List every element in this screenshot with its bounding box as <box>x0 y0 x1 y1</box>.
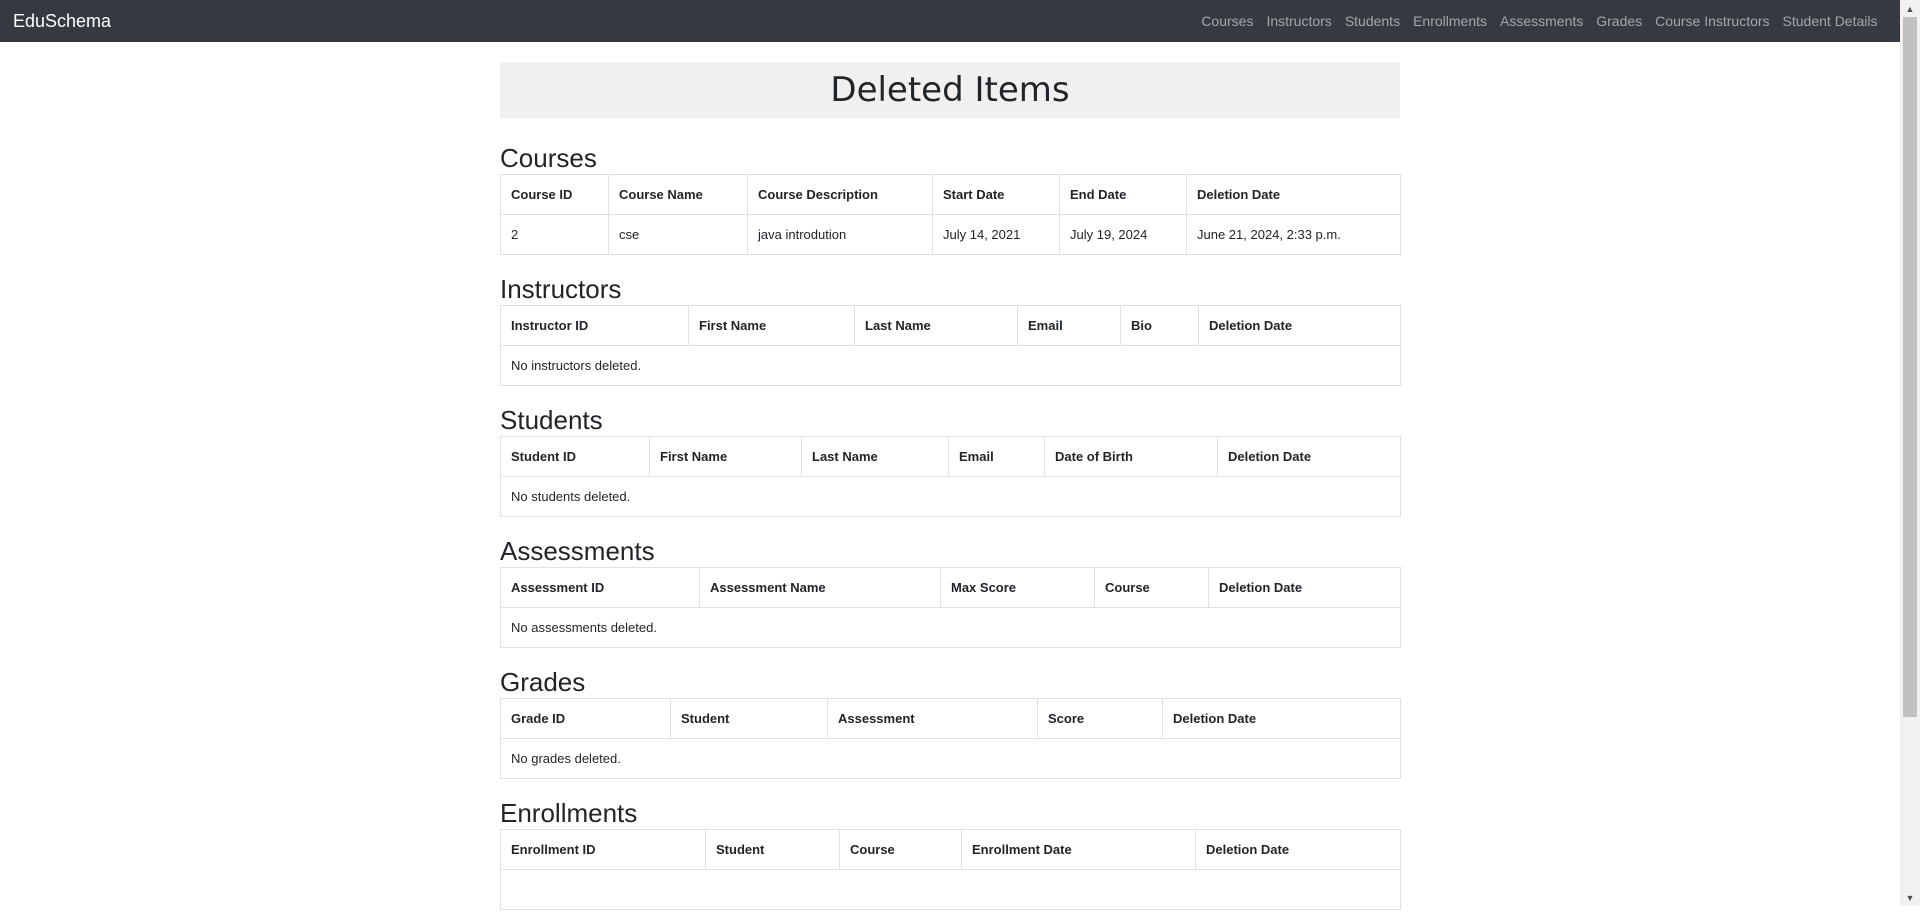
column-header: Grade ID <box>500 698 671 739</box>
section-heading-grades: Grades <box>500 667 586 697</box>
main-content: Deleted Items Courses Course ID Course N… <box>500 62 1401 924</box>
empty-message: No assessments deleted. <box>500 607 1401 648</box>
column-header: Email <box>948 436 1045 477</box>
table-header-row: Grade ID Student Assessment Score Deleti… <box>500 698 1401 739</box>
column-header: End Date <box>1059 174 1187 215</box>
table-cell <box>500 869 1401 910</box>
column-header: Course ID <box>500 174 609 215</box>
enrollments-table: Enrollment ID Student Course Enrollment … <box>500 829 1401 910</box>
column-header: Student ID <box>500 436 650 477</box>
column-header: Student <box>670 698 828 739</box>
column-header: Date of Birth <box>1044 436 1218 477</box>
empty-message: No students deleted. <box>500 476 1401 517</box>
table-cell: July 19, 2024 <box>1059 214 1187 255</box>
nav-link-courses[interactable]: Courses <box>1195 13 1260 29</box>
table-cell: July 14, 2021 <box>932 214 1060 255</box>
column-header: Deletion Date <box>1198 305 1401 346</box>
column-header: Student <box>705 829 840 870</box>
scrollbar-thumb[interactable] <box>1903 17 1917 717</box>
column-header: Assessment <box>827 698 1038 739</box>
table-row <box>500 869 1401 910</box>
column-header: Course Name <box>608 174 748 215</box>
column-header: Deletion Date <box>1162 698 1401 739</box>
column-header: Email <box>1017 305 1121 346</box>
nav-link-students[interactable]: Students <box>1338 13 1406 29</box>
column-header: Course <box>1094 567 1209 608</box>
column-header: Assessment ID <box>500 567 700 608</box>
page-header: Deleted Items <box>500 62 1400 118</box>
table-header-row: Student ID First Name Last Name Email Da… <box>500 436 1401 477</box>
nav-link-assessments[interactable]: Assessments <box>1494 13 1590 29</box>
section-heading-enrollments: Enrollments <box>500 798 638 828</box>
table-row: 2 cse java introdution July 14, 2021 Jul… <box>500 214 1401 255</box>
column-header: Assessment Name <box>699 567 941 608</box>
table-cell: June 21, 2024, 2:33 p.m. <box>1186 214 1401 255</box>
table-cell: java introdution <box>747 214 933 255</box>
table-row: No grades deleted. <box>500 738 1401 779</box>
column-header: First Name <box>688 305 855 346</box>
column-header: Last Name <box>854 305 1018 346</box>
column-header: Enrollment ID <box>500 829 706 870</box>
students-table: Student ID First Name Last Name Email Da… <box>500 436 1401 517</box>
table-header-row: Instructor ID First Name Last Name Email… <box>500 305 1401 346</box>
column-header: Course <box>839 829 962 870</box>
column-header: Deletion Date <box>1208 567 1401 608</box>
column-header: Last Name <box>801 436 949 477</box>
table-cell: cse <box>608 214 748 255</box>
table-header-row: Course ID Course Name Course Description… <box>500 174 1401 215</box>
assessments-table: Assessment ID Assessment Name Max Score … <box>500 567 1401 648</box>
column-header: Bio <box>1120 305 1199 346</box>
column-header: Max Score <box>940 567 1095 608</box>
section-heading-courses: Courses <box>500 143 597 173</box>
page-title: Deleted Items <box>830 70 1070 110</box>
section-heading-instructors: Instructors <box>500 274 622 304</box>
empty-message: No grades deleted. <box>500 738 1401 779</box>
empty-message: No instructors deleted. <box>500 345 1401 386</box>
table-header-row: Enrollment ID Student Course Enrollment … <box>500 829 1401 870</box>
brand-logo[interactable]: EduSchema <box>13 11 111 32</box>
section-heading-assessments: Assessments <box>500 536 655 566</box>
vertical-scrollbar[interactable]: ▲ ▼ <box>1900 0 1920 906</box>
nav-link-course-instructors[interactable]: Course Instructors <box>1649 13 1776 29</box>
table-row: No instructors deleted. <box>500 345 1401 386</box>
courses-table: Course ID Course Name Course Description… <box>500 174 1401 255</box>
column-header: Instructor ID <box>500 305 689 346</box>
nav-links: Courses Instructors Students Enrollments… <box>1195 13 1884 29</box>
nav-link-student-details[interactable]: Student Details <box>1776 13 1884 29</box>
table-header-row: Assessment ID Assessment Name Max Score … <box>500 567 1401 608</box>
grades-table: Grade ID Student Assessment Score Deleti… <box>500 698 1401 779</box>
table-row: No students deleted. <box>500 476 1401 517</box>
scroll-up-arrow-icon[interactable]: ▲ <box>1900 0 1920 17</box>
nav-link-enrollments[interactable]: Enrollments <box>1407 13 1494 29</box>
column-header: Score <box>1037 698 1163 739</box>
table-cell: 2 <box>500 214 609 255</box>
column-header: Enrollment Date <box>961 829 1196 870</box>
column-header: Deletion Date <box>1186 174 1401 215</box>
column-header: Course Description <box>747 174 933 215</box>
column-header: Deletion Date <box>1195 829 1401 870</box>
nav-link-grades[interactable]: Grades <box>1590 13 1649 29</box>
nav-link-instructors[interactable]: Instructors <box>1260 13 1338 29</box>
column-header: First Name <box>649 436 802 477</box>
top-navbar: EduSchema Courses Instructors Students E… <box>0 0 1900 42</box>
column-header: Start Date <box>932 174 1060 215</box>
instructors-table: Instructor ID First Name Last Name Email… <box>500 305 1401 386</box>
scroll-down-arrow-icon[interactable]: ▼ <box>1900 889 1920 906</box>
column-header: Deletion Date <box>1217 436 1401 477</box>
section-heading-students: Students <box>500 405 603 435</box>
table-row: No assessments deleted. <box>500 607 1401 648</box>
